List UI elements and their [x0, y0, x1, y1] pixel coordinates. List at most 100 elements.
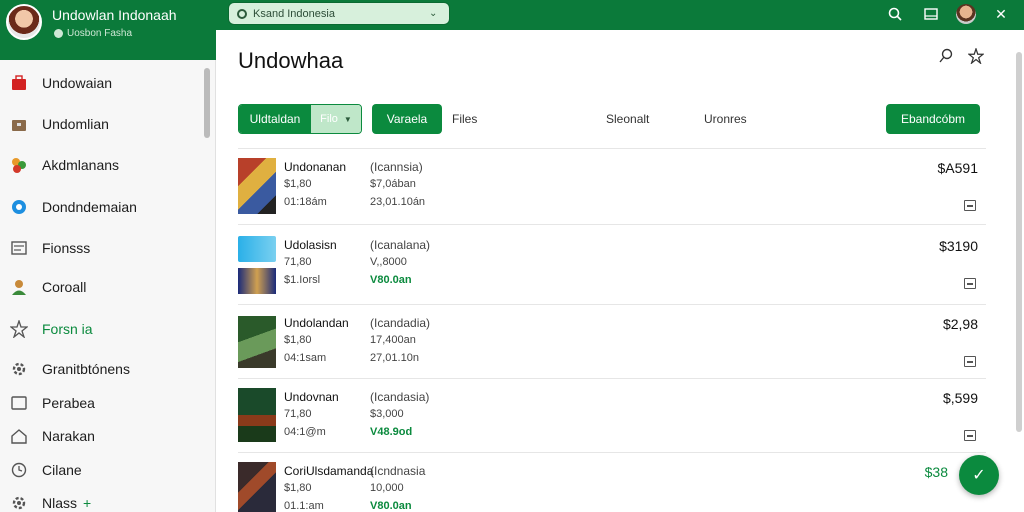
home-icon [10, 427, 28, 445]
user-icon [10, 278, 28, 296]
sidebar-item-label: Perabea [42, 395, 95, 411]
divider [238, 148, 986, 149]
item-detail: 71,80 [284, 408, 312, 420]
split-secondary-button[interactable]: Filo ▼ [311, 105, 361, 133]
files-link[interactable]: Files [452, 112, 477, 126]
divider [238, 224, 986, 225]
star-icon [10, 320, 28, 338]
profile-avatar[interactable] [6, 4, 42, 40]
item-price: $A591 [937, 160, 978, 176]
briefcase-icon [10, 115, 28, 133]
top-icons: ✕ [884, 3, 1012, 25]
list-item[interactable]: CoriUlsdamanda (Icndnasia $1,80 10,000 0… [238, 460, 986, 512]
sidebar-item-label: Akdmlanans [42, 157, 120, 173]
item-tag: (Icandadia) [370, 316, 431, 330]
split-secondary-label: Filo [320, 113, 338, 125]
item-detail: 71,80 [284, 256, 312, 268]
window-icon[interactable] [920, 3, 942, 25]
search-icon[interactable] [938, 48, 954, 69]
item-name: Undolandan [284, 316, 349, 330]
plus-icon[interactable]: + [83, 495, 91, 511]
item-detail: V48.9od [370, 426, 413, 438]
split-primary-button[interactable]: Uldtaldan [239, 105, 311, 133]
divider [238, 304, 986, 305]
page-title: Undowhaa [238, 48, 344, 73]
toolbar-link-3[interactable]: Uronres [704, 112, 747, 126]
list-item[interactable]: Undolandan (Icandadia) $1,80 17,400an 04… [238, 312, 986, 382]
search-input[interactable] [253, 7, 423, 20]
item-detail: $1.Iorsl [284, 274, 321, 286]
sidebar-item-1[interactable]: Undowaian [0, 68, 200, 98]
toolbar-link-2[interactable]: Sleonalt [606, 112, 649, 126]
toolbar: Uldtaldan Filo ▼ Varaela Files Sleonalt … [238, 104, 980, 134]
sidebar-item-7[interactable]: Forsn ia [0, 314, 200, 344]
item-tag: (Icanalana) [370, 238, 431, 252]
item-price: $,599 [942, 390, 978, 406]
chevron-down-icon[interactable]: ⌄ [429, 8, 437, 19]
sidebar-item-9[interactable]: Perabea [0, 388, 200, 418]
sidebar-item-label: Undowaian [42, 75, 113, 91]
app-title: Undowlan Indonaah [52, 7, 177, 23]
secondary-action-button[interactable]: Varaela [372, 104, 442, 134]
main-scrollbar[interactable] [1016, 52, 1022, 432]
list-item[interactable]: Undovnan (Icandasia) 71,80 $3,000 04:1@m… [238, 386, 986, 456]
folder-icon [10, 394, 28, 412]
item-detail: $7,0ában [370, 178, 416, 190]
item-tag: (Icndnasia [370, 464, 426, 478]
item-price: $3190 [939, 238, 978, 254]
item-name: Undonanan [284, 160, 347, 174]
item-detail: $1,80 [284, 482, 312, 494]
app-subtitle-text: Uosbon Fasha [67, 28, 133, 39]
sidebar-item-4[interactable]: Dondndemaian [0, 192, 200, 222]
split-button: Uldtaldan Filo ▼ [238, 104, 362, 134]
app-subtitle: Uosbon Fasha [54, 28, 132, 39]
star-icon[interactable] [967, 46, 985, 69]
item-detail: V80.0an [370, 274, 412, 286]
row-action-icon[interactable] [964, 278, 976, 289]
item-name: Undovnan [284, 390, 339, 404]
main-panel: Undowhaa Uldtaldan Filo ▼ Varaela Files … [216, 32, 1024, 512]
product-thumbnail [238, 462, 276, 512]
sidebar-item-12[interactable]: Nlass + [0, 488, 200, 512]
product-thumbnail [238, 388, 276, 442]
item-tag: (Icannsia) [370, 160, 423, 174]
circle-icon [10, 198, 28, 216]
list-item[interactable]: Undonanan (Icannsia) $1,80 $7,0ában 01:1… [238, 156, 986, 226]
sidebar-item-10[interactable]: Narakan [0, 421, 200, 451]
row-action-icon[interactable] [964, 356, 976, 367]
sidebar-item-label: Nlass [42, 495, 78, 511]
item-detail: $3,000 [370, 408, 404, 420]
list-item[interactable]: Udolasisn (Icanalana) 71,80 V,,8000 $1.I… [238, 234, 986, 304]
sidebar-item-label: Dondndemaian [42, 199, 137, 215]
product-thumbnail [238, 158, 276, 214]
item-detail: 23,01.10án [370, 196, 426, 208]
sidebar-item-label: Coroall [42, 279, 87, 295]
sidebar-scrollbar[interactable] [204, 68, 210, 138]
search-icon [237, 8, 247, 19]
gear-icon [10, 494, 28, 512]
sidebar-item-6[interactable]: Coroall [0, 272, 200, 302]
product-thumbnail [238, 236, 276, 262]
item-price: $2,98 [942, 316, 978, 332]
row-action-icon[interactable] [964, 200, 976, 211]
row-action-icon[interactable] [964, 430, 976, 441]
item-detail: 04:1@m [284, 426, 326, 438]
user-avatar[interactable] [956, 4, 976, 24]
search-bar[interactable]: ⌄ [228, 2, 450, 25]
product-thumbnail [238, 316, 276, 368]
bag-icon [10, 74, 28, 92]
sidebar-item-8[interactable]: Granitbtónens [0, 354, 200, 384]
fab-confirm-button[interactable]: ✓ [959, 455, 999, 495]
primary-action-button[interactable]: Ebandcóbm [886, 104, 980, 134]
close-icon[interactable]: ✕ [990, 3, 1012, 25]
sidebar-item-2[interactable]: Undomlian [0, 109, 200, 139]
sidebar-item-3[interactable]: Akdmlanans [0, 150, 200, 180]
sidebar-item-5[interactable]: Fionsss [0, 233, 200, 263]
sidebar-item-11[interactable]: Cilane [0, 455, 200, 485]
check-icon: ✓ [972, 467, 986, 484]
item-detail: 17,400an [370, 334, 416, 346]
search-icon[interactable] [884, 3, 906, 25]
sidebar-item-label: Fionsss [42, 240, 91, 256]
item-name: Udolasisn [284, 238, 337, 252]
product-thumbnail [238, 268, 276, 294]
